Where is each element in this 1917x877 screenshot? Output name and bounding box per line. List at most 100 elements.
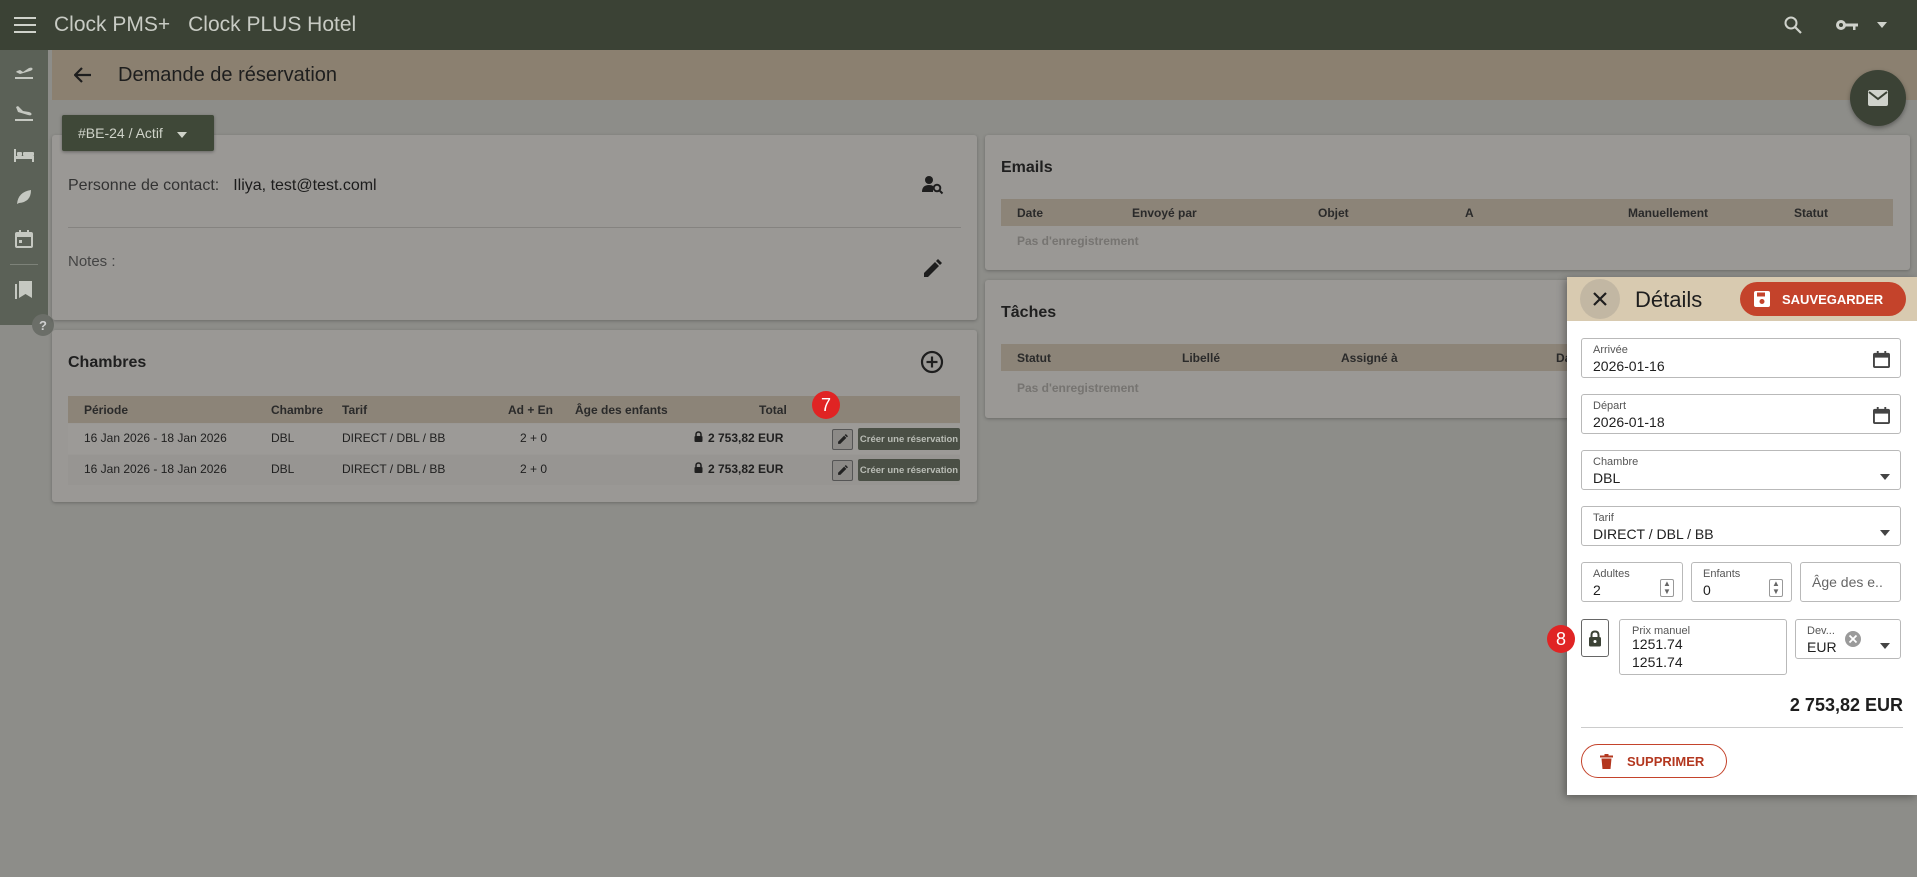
col-date: Date [1017,206,1044,220]
create-reservation-button[interactable]: Créer une réservation [858,459,960,481]
col-period: Période [84,403,129,417]
room-value: DBL [1593,470,1621,486]
page-title: Demande de réservation [118,63,338,86]
col-rate: Tarif [342,403,368,417]
save-button[interactable]: SAUVEGARDER [1740,282,1906,316]
contact-card: Personne de contact: Iliya, test@test.com… [52,135,977,320]
row-total: 2 753,82 EUR [708,462,784,476]
bookmarks-icon[interactable] [0,269,48,311]
details-divider [1581,727,1903,728]
hotel-name[interactable]: Clock PLUS Hotel [188,13,356,37]
calendar-icon[interactable] [1873,351,1890,373]
details-header: Détails SAUVEGARDER [1567,277,1917,321]
arrival-value: 2026-01-16 [1593,358,1665,374]
currency-label: Dev... [1807,625,1835,637]
col-assigned: Assigné à [1341,351,1398,365]
spinner-icon[interactable]: ▲ ▼ [1660,579,1674,597]
close-icon[interactable] [1580,279,1620,319]
tasks-empty: Pas d'enregistrement [1017,381,1139,395]
left-rail [0,50,48,325]
delete-button[interactable]: SUPPRIMER [1581,744,1727,778]
departure-flight-icon[interactable] [0,50,48,92]
app-name: Clock PMS+ [54,13,171,36]
key-icon[interactable] [1827,0,1867,50]
person-search-icon[interactable] [922,175,944,200]
mail-fab-button[interactable] [1850,70,1906,126]
status-label: #BE-24 / Actif [78,125,163,141]
save-label: SAUVEGARDER [1782,291,1884,307]
emails-card: Emails Date Envoyé par Objet A Manuellem… [985,135,1910,270]
tasks-title: Tâches [1001,304,1057,321]
adults-label: Adultes [1593,568,1630,580]
col-subject: Objet [1318,206,1349,220]
col-label: Libellé [1182,351,1221,365]
details-title: Détails [1635,287,1703,312]
create-reservation-button[interactable]: Créer une réservation [858,428,960,450]
row-room: DBL [271,431,295,445]
col-sent-by: Envoyé par [1132,206,1197,220]
room-select[interactable]: Chambre DBL [1581,450,1901,490]
manual-price-value: 1251.74 [1632,636,1683,652]
col-to: A [1465,206,1474,220]
delete-label: SUPPRIMER [1627,753,1705,769]
children-value: 0 [1703,582,1711,598]
rate-select[interactable]: Tarif DIRECT / DBL / BB [1581,506,1901,546]
trash-icon [1600,753,1613,769]
currency-select[interactable]: Dev... EUR [1795,619,1901,659]
back-arrow-icon[interactable] [58,50,108,100]
row-period: 16 Jan 2026 - 18 Jan 2026 [84,462,227,476]
col-status: Statut [1794,206,1828,220]
edit-row-button[interactable] [832,429,853,450]
emails-table-header: Date Envoyé par Objet A Manuellement Sta… [1001,199,1893,226]
lock-icon [1589,629,1601,646]
caret-down-icon[interactable] [1867,0,1897,50]
children-label: Enfants [1703,568,1741,580]
row-period: 16 Jan 2026 - 18 Jan 2026 [84,431,227,445]
row-guests: 2 + 0 [520,431,548,445]
search-icon[interactable] [1773,0,1813,50]
calendar-icon[interactable] [0,218,48,260]
status-dropdown-button[interactable]: #BE-24 / Actif [62,115,214,151]
edit-notes-icon[interactable] [922,259,942,284]
spinner-icon[interactable]: ▲ ▼ [1769,579,1783,597]
clear-icon[interactable] [1844,630,1862,653]
rooms-title: Chambres [68,354,147,371]
chevron-down-icon[interactable] [1880,636,1890,654]
departure-field[interactable]: Départ 2026-01-18 [1581,394,1901,434]
menu-icon[interactable] [0,0,50,50]
help-icon[interactable]: ? [32,314,54,336]
children-ages-placeholder: Âge des e... [1812,574,1882,590]
arrival-flight-icon[interactable] [0,92,48,134]
lock-icon [694,431,703,445]
rail-divider [10,264,38,265]
children-ages-input[interactable]: Âge des e... [1800,562,1901,602]
arrival-field[interactable]: Arrivée 2026-01-16 [1581,338,1901,378]
step-badge-7: 7 [812,391,840,419]
table-row: 16 Jan 2026 - 18 Jan 2026 DBL DIRECT / D… [68,424,960,454]
save-icon [1754,291,1770,307]
edit-row-button[interactable] [832,460,853,481]
chevron-down-icon[interactable] [1880,467,1890,485]
children-stepper[interactable]: Enfants 0 ▲ ▼ [1691,562,1792,602]
rooms-card: Chambres Période Chambre Tarif Ad + En Â… [52,330,977,502]
room-label: Chambre [1593,456,1639,468]
row-room: DBL [271,462,295,476]
add-room-icon[interactable] [920,350,944,379]
chevron-down-icon[interactable] [1880,523,1890,541]
adults-stepper[interactable]: Adultes 2 ▲ ▼ [1581,562,1683,602]
row-rate: DIRECT / DBL / BB [342,462,446,476]
manual-price-field[interactable]: Prix manuel 1251.74 1251.74 [1619,619,1787,675]
leaf-icon[interactable] [0,176,48,218]
step-badge-8: 8 [1547,625,1575,653]
page-header: Demande de réservation [52,50,1917,100]
manual-price-value-2: 1251.74 [1632,654,1683,670]
details-panel: Détails SAUVEGARDER Arrivée 2026-01-16 D… [1567,277,1917,795]
lock-price-button[interactable] [1581,619,1609,657]
details-total: 2 753,82 EUR [1789,695,1903,715]
row-guests: 2 + 0 [520,462,548,476]
col-children-ages: Âge des enfants [575,403,668,417]
caret-down-icon [176,125,187,141]
calendar-icon[interactable] [1873,407,1890,429]
departure-label: Départ [1593,400,1627,412]
bed-icon[interactable] [0,134,48,176]
